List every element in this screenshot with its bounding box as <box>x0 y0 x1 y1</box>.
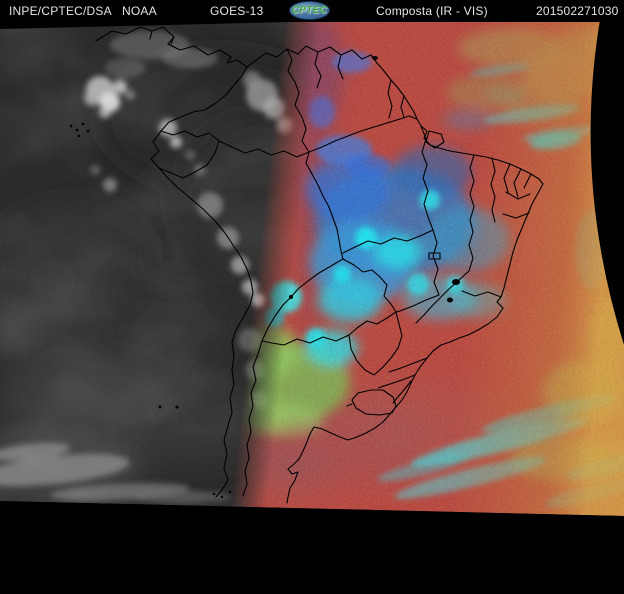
satellite-composite-canvas <box>0 0 624 594</box>
satellite-image <box>0 0 624 594</box>
noaa-label: NOAA <box>122 4 157 18</box>
timestamp-label: 201502271030 <box>536 4 619 18</box>
cptec-logo-text: CPTEC <box>291 5 328 16</box>
header-bar: INPE/CPTEC/DSA NOAA GOES-13 CPTEC Compos… <box>0 0 624 22</box>
infrared-color-layer <box>215 14 624 516</box>
bottom-black-band <box>0 501 624 594</box>
agency-label: INPE/CPTEC/DSA <box>9 4 112 18</box>
product-label: Composta (IR - VIS) <box>376 4 488 18</box>
satellite-product-window: INPE/CPTEC/DSA NOAA GOES-13 CPTEC Compos… <box>0 0 624 594</box>
cptec-logo: CPTEC <box>289 1 330 20</box>
satellite-label: GOES-13 <box>210 4 264 18</box>
